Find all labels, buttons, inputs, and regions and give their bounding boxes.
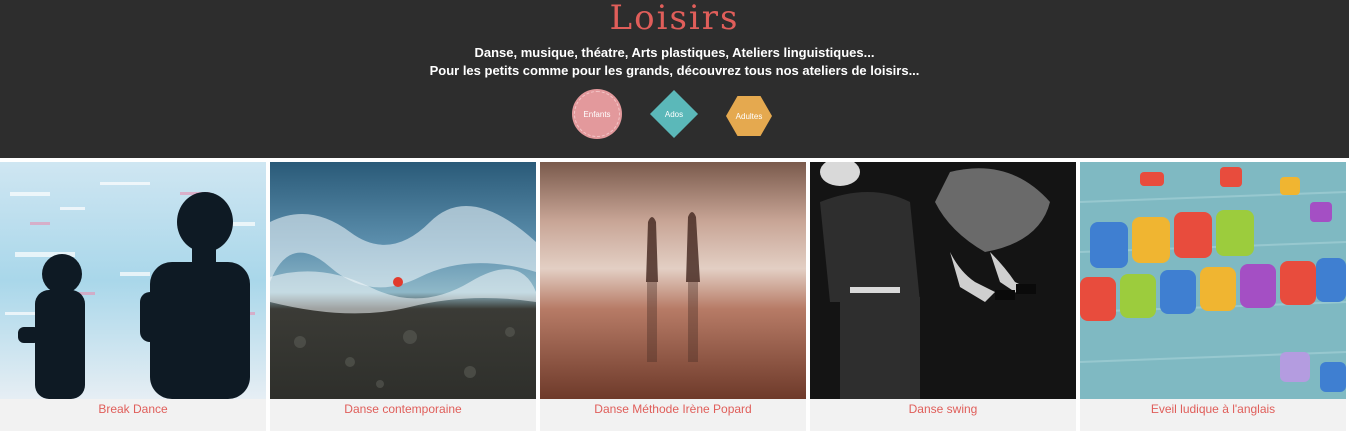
subtitle-line-2: Pour les petits comme pour les grands, d… [429, 63, 920, 78]
break-dance-image [0, 162, 266, 399]
enfants-badge-label: Enfants [583, 109, 611, 119]
danse-contemporaine-image [270, 162, 536, 399]
adultes-badge-button[interactable]: Adultes [726, 96, 772, 136]
card-label: Danse contemporaine [344, 402, 462, 416]
card-danse-contemporaine[interactable]: Danse contemporaine [270, 162, 536, 431]
loisirs-header: Loisirs Danse, musique, théatre, Arts pl… [0, 0, 1349, 158]
card-label: Danse swing [908, 402, 978, 416]
card-break-dance[interactable]: Break Dance [0, 162, 266, 431]
card-eveil-ludique-anglais[interactable]: Eveil ludique à l'anglais [1080, 162, 1346, 431]
card-danse-swing[interactable]: Danse swing [810, 162, 1076, 431]
danse-swing-image [810, 162, 1076, 399]
eveil-anglais-image [1080, 162, 1346, 399]
card-label: Break Dance [98, 402, 168, 416]
page-title: Loisirs [609, 0, 740, 38]
card-label: Danse Méthode Irène Popard [594, 402, 752, 416]
adultes-badge-label: Adultes [735, 111, 763, 121]
card-label: Eveil ludique à l'anglais [1150, 402, 1276, 416]
subtitle-line-1: Danse, musique, théatre, Arts plastiques… [474, 45, 875, 60]
ados-badge-label: Ados [664, 109, 684, 119]
danse-popard-image [540, 162, 806, 399]
ados-badge-button[interactable]: Ados [649, 89, 699, 139]
enfants-badge-button[interactable]: Enfants [574, 91, 620, 137]
card-danse-methode-irene-popard[interactable]: Danse Méthode Irène Popard [540, 162, 806, 431]
